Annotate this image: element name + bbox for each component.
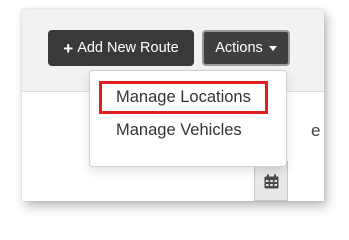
menu-item-manage-vehicles[interactable]: Manage Vehicles bbox=[116, 121, 242, 140]
plus-icon: + bbox=[63, 38, 74, 58]
menu-item-manage-locations[interactable]: Manage Locations bbox=[116, 88, 251, 107]
actions-label: Actions bbox=[215, 40, 263, 56]
app-panel: + Add New Route Actions e Manage Locatio… bbox=[22, 9, 324, 201]
actions-dropdown-button[interactable]: Actions bbox=[202, 30, 290, 66]
add-new-route-button[interactable]: + Add New Route bbox=[48, 30, 194, 66]
caret-down-icon bbox=[268, 45, 277, 51]
calendar-icon bbox=[264, 174, 279, 189]
actions-dropdown-menu: Manage Locations Manage Vehicles bbox=[89, 70, 287, 167]
date-picker-button[interactable] bbox=[254, 161, 288, 201]
partially-hidden-text: e bbox=[311, 121, 321, 140]
add-new-route-label: Add New Route bbox=[77, 40, 179, 56]
